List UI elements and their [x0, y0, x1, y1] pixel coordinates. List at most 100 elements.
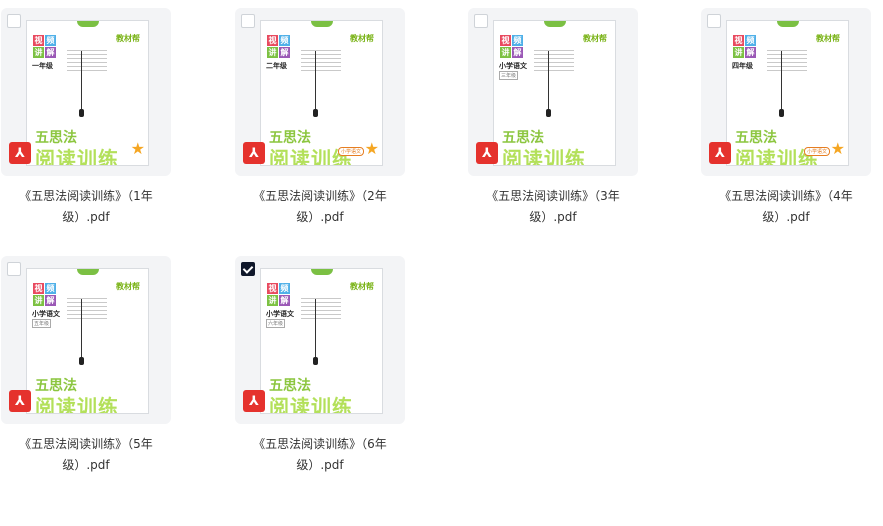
cover-title-line2: 阅读训练	[269, 395, 353, 414]
cover-tag	[77, 269, 99, 275]
logo-char: 讲	[500, 47, 511, 58]
video-explain-logo: 视频 讲解	[733, 35, 767, 59]
cover-tag	[311, 269, 333, 275]
bookmark-bead	[779, 109, 784, 117]
logo-char: 解	[745, 47, 756, 58]
file-name[interactable]: 《五思法阅读训练》（3年级）.pdf	[468, 186, 638, 228]
logo-char: 解	[279, 295, 290, 306]
logo-char: 频	[45, 283, 56, 294]
video-explain-logo: 视频 讲解	[33, 283, 67, 307]
select-checkbox[interactable]	[241, 262, 255, 276]
logo-char: 解	[45, 47, 56, 58]
logo-char: 频	[279, 35, 290, 46]
bookmark-cord	[81, 51, 82, 111]
bookmark-cord	[781, 51, 782, 111]
cover-text-lines	[301, 295, 351, 322]
logo-char: 讲	[733, 47, 744, 58]
logo-char: 解	[512, 47, 523, 58]
cover-title-line2: 阅读训练	[35, 395, 119, 414]
logo-char: 视	[267, 283, 278, 294]
file-name[interactable]: 《五思法阅读训练》（1年级）.pdf	[1, 186, 171, 228]
logo-char: 讲	[33, 295, 44, 306]
book-cover-thumbnail: 教材帮 视频 讲解 四年级 五思法 阅读训练 小学语文 ★	[726, 20, 849, 166]
cover-tag	[311, 21, 333, 27]
logo-char: 讲	[33, 47, 44, 58]
book-cover-thumbnail: 教材帮 视频 讲解 小学语文 三年级 五思法 阅读训练	[493, 20, 616, 166]
file-name[interactable]: 《五思法阅读训练》（2年级）.pdf	[235, 186, 405, 228]
logo-char: 解	[45, 295, 56, 306]
file-name[interactable]: 《五思法阅读训练》（4年级）.pdf	[701, 186, 871, 228]
logo-char: 频	[279, 283, 290, 294]
logo-char: 频	[745, 35, 756, 46]
cover-subgrade: 五年级	[32, 319, 52, 328]
cover-subgrade: 六年级	[266, 319, 286, 328]
cover-title-line2: 阅读训练	[35, 147, 119, 166]
cover-pill: 小学语文	[803, 147, 830, 156]
cover-text-lines	[767, 47, 817, 74]
cover-tag	[77, 21, 99, 27]
logo-char: 频	[45, 35, 56, 46]
book-cover-thumbnail: 教材帮 视频 讲解 小学语文 六年级 五思法 阅读训练	[260, 268, 383, 414]
bookmark-bead	[79, 109, 84, 117]
file-name[interactable]: 《五思法阅读训练》（5年级）.pdf	[1, 434, 171, 476]
logo-char: 视	[500, 35, 511, 46]
book-cover-thumbnail: 教材帮 视频 讲解 二年级 五思法 阅读训练 小学语文 ★	[260, 20, 383, 166]
select-checkbox[interactable]	[707, 14, 721, 28]
cover-text-lines	[301, 47, 351, 74]
cover-brand: 教材帮	[116, 282, 140, 291]
book-cover-thumbnail: 教材帮 视频 讲解 小学语文 五年级 五思法 阅读训练	[26, 268, 149, 414]
cover-tag	[777, 21, 799, 27]
logo-char: 解	[279, 47, 290, 58]
video-explain-logo: 视频 讲解	[500, 35, 534, 59]
pdf-icon: ⅄	[243, 142, 265, 164]
select-checkbox[interactable]	[7, 262, 21, 276]
cover-title-line2: 阅读训练	[502, 147, 586, 166]
cover-brand: 教材帮	[116, 34, 140, 43]
pdf-icon: ⅄	[9, 142, 31, 164]
select-checkbox[interactable]	[241, 14, 255, 28]
cover-pill: 小学语文	[337, 147, 364, 156]
cover-grade: 一年级	[32, 62, 53, 70]
cover-grade: 四年级	[732, 62, 753, 70]
video-explain-logo: 视频 讲解	[33, 35, 67, 59]
bookmark-cord	[315, 299, 316, 359]
cover-text-lines	[67, 47, 117, 74]
pdf-icon: ⅄	[476, 142, 498, 164]
logo-char: 视	[33, 35, 44, 46]
cover-subgrade: 三年级	[499, 71, 519, 80]
bookmark-bead	[313, 109, 318, 117]
cover-text-lines	[534, 47, 584, 74]
cover-grade: 小学语文	[32, 310, 60, 318]
bookmark-bead	[546, 109, 551, 117]
star-mascot-icon: ★	[364, 139, 379, 158]
logo-char: 视	[733, 35, 744, 46]
cover-text-lines	[67, 295, 117, 322]
bookmark-bead	[79, 357, 84, 365]
pdf-icon: ⅄	[243, 390, 265, 412]
pdf-icon: ⅄	[709, 142, 731, 164]
cover-grade: 小学语文	[499, 62, 527, 70]
video-explain-logo: 视频 讲解	[267, 35, 301, 59]
cover-grade: 二年级	[266, 62, 287, 70]
select-checkbox[interactable]	[7, 14, 21, 28]
cover-brand: 教材帮	[350, 282, 374, 291]
star-mascot-icon: ★	[830, 139, 845, 158]
cover-grade: 小学语文	[266, 310, 294, 318]
star-mascot-icon: ★	[130, 139, 145, 158]
logo-char: 讲	[267, 47, 278, 58]
file-name[interactable]: 《五思法阅读训练》（6年级）.pdf	[235, 434, 405, 476]
select-checkbox[interactable]	[474, 14, 488, 28]
bookmark-cord	[548, 51, 549, 111]
logo-char: 讲	[267, 295, 278, 306]
bookmark-cord	[81, 299, 82, 359]
logo-char: 视	[33, 283, 44, 294]
logo-char: 频	[512, 35, 523, 46]
video-explain-logo: 视频 讲解	[267, 283, 301, 307]
logo-char: 视	[267, 35, 278, 46]
cover-tag	[544, 21, 566, 27]
bookmark-bead	[313, 357, 318, 365]
book-cover-thumbnail: 教材帮 视频 讲解 一年级 五思法 阅读训练 ★	[26, 20, 149, 166]
cover-brand: 教材帮	[583, 34, 607, 43]
pdf-icon: ⅄	[9, 390, 31, 412]
cover-brand: 教材帮	[816, 34, 840, 43]
